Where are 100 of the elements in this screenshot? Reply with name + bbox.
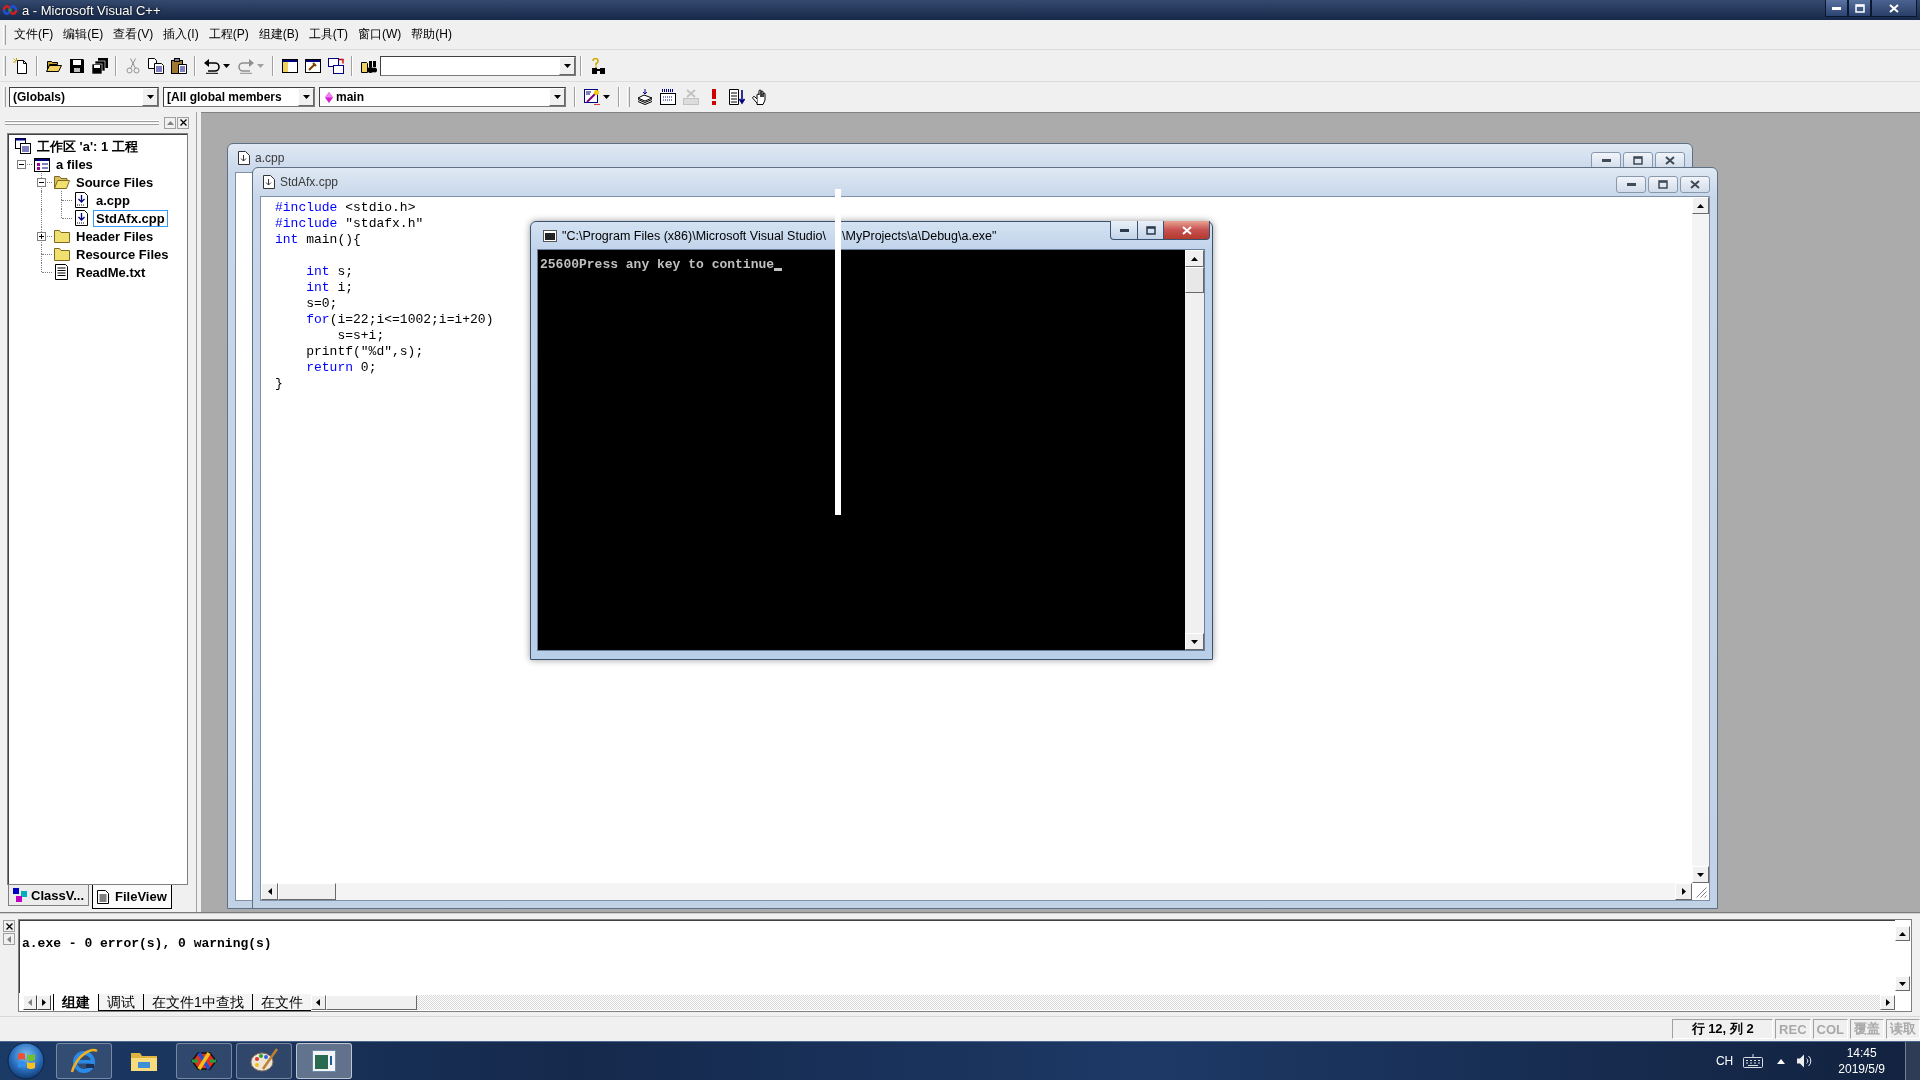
- taskbar-button[interactable]: [236, 1043, 292, 1079]
- menu-item[interactable]: 文件(F): [9, 23, 59, 46]
- horizontal-scrollbar[interactable]: [261, 883, 1692, 900]
- minimize-icon: [1832, 6, 1841, 10]
- undo-arrow-icon: [204, 57, 220, 74]
- status-pane: 读取: [1886, 1019, 1920, 1039]
- scroll-up-button[interactable]: [1185, 250, 1204, 267]
- output-tab[interactable]: 在文件1中查找: [143, 994, 252, 1011]
- keyboard-icon[interactable]: [1743, 1054, 1764, 1068]
- show-desktop-button[interactable]: [1905, 1042, 1920, 1080]
- tree-item[interactable]: Source Files: [73, 173, 157, 191]
- tree-item[interactable]: Header Files: [73, 227, 157, 245]
- vertical-scrollbar[interactable]: [1185, 250, 1204, 650]
- maximize-button[interactable]: [1848, 0, 1871, 17]
- find-field[interactable]: [380, 55, 576, 76]
- scroll-left-button[interactable]: [261, 883, 278, 900]
- scroll-thumb[interactable]: [325, 994, 417, 1010]
- scroll-down-button[interactable]: [1895, 976, 1910, 991]
- menu-gripper[interactable]: [3, 24, 6, 45]
- input-language-indicator[interactable]: CH: [1715, 1054, 1734, 1068]
- combo-box[interactable]: (Globals): [9, 87, 159, 107]
- scroll-up-button[interactable]: [1895, 926, 1910, 941]
- left-triangle-icon: [316, 998, 321, 1006]
- close-button[interactable]: [1871, 0, 1917, 17]
- source-file-icon: [74, 192, 90, 208]
- scroll-right-button[interactable]: [1675, 883, 1692, 900]
- tree-item[interactable]: ReadMe.txt: [73, 263, 149, 281]
- document-icon: [97, 889, 111, 904]
- output-tab[interactable]: 在文件: [251, 994, 311, 1011]
- panel-tab[interactable]: ClassV...: [8, 885, 89, 906]
- wand-page-icon: [584, 89, 600, 105]
- folder-icon: [54, 228, 70, 244]
- clock-time[interactable]: 14:45: [1846, 1045, 1877, 1061]
- toolbar-gripper[interactable]: [3, 87, 6, 107]
- close-button[interactable]: [1680, 176, 1710, 193]
- panel-close-button[interactable]: [3, 920, 15, 932]
- left-triangle-icon: [28, 998, 32, 1006]
- minus-box-icon[interactable]: [37, 178, 46, 187]
- dropdown-button[interactable]: [142, 88, 158, 106]
- colored-squares-icon: [13, 888, 27, 902]
- menu-item[interactable]: 插入(I): [158, 23, 204, 46]
- panel-gripper[interactable]: [5, 119, 159, 126]
- tree-item[interactable]: StdAfx.cpp: [93, 209, 168, 227]
- scroll-down-button[interactable]: [1692, 866, 1709, 883]
- minimize-button[interactable]: [1825, 0, 1848, 17]
- output-tab[interactable]: 调试: [98, 994, 143, 1011]
- clock-date[interactable]: 2019/5/9: [1838, 1061, 1885, 1077]
- toolbar-gripper[interactable]: [3, 55, 6, 76]
- dropdown-button[interactable]: [559, 56, 575, 75]
- menu-item[interactable]: 工具(T): [303, 23, 353, 46]
- up-triangle-icon: [1697, 203, 1704, 208]
- taskbar-button[interactable]: [296, 1043, 352, 1079]
- menu-item[interactable]: 帮助(H): [406, 23, 457, 46]
- minimize-button[interactable]: [1616, 176, 1646, 193]
- panel-tab[interactable]: FileView: [92, 885, 172, 909]
- panel-close-button[interactable]: [177, 116, 189, 129]
- scroll-right-button[interactable]: [1880, 994, 1895, 1010]
- taskbar-button[interactable]: [176, 1043, 232, 1079]
- toolbar-gripper[interactable]: [627, 87, 630, 107]
- maximize-button[interactable]: [1648, 176, 1678, 193]
- minimize-icon: [1119, 228, 1129, 232]
- vertical-scrollbar[interactable]: [1895, 920, 1911, 993]
- tab-scroll-left-button[interactable]: [23, 994, 37, 1010]
- taskbar-button[interactable]: [56, 1043, 112, 1079]
- dotted-page-icon: [659, 89, 676, 105]
- tree-item[interactable]: a.cpp: [93, 191, 133, 209]
- resize-grip-icon[interactable]: [1696, 887, 1707, 898]
- menu-item[interactable]: 编辑(E): [58, 23, 109, 46]
- scroll-up-button[interactable]: [1692, 197, 1709, 214]
- menu-item[interactable]: 组建(B): [253, 23, 304, 46]
- close-icon: [1889, 3, 1899, 13]
- minimize-button[interactable]: [1110, 221, 1137, 240]
- horizontal-scrollbar[interactable]: [310, 994, 1895, 1010]
- scroll-down-button[interactable]: [1185, 633, 1204, 650]
- speaker-icon[interactable]: [1797, 1054, 1813, 1068]
- scroll-thumb[interactable]: [278, 883, 336, 900]
- close-icon: [1665, 156, 1675, 165]
- combo-box[interactable]: main: [319, 87, 566, 107]
- plus-box-icon[interactable]: [37, 232, 46, 241]
- maximize-button[interactable]: [1137, 221, 1164, 240]
- maximize-icon: [1145, 225, 1156, 235]
- tree-item[interactable]: 工作区 'a': 1 工程: [34, 137, 141, 155]
- minus-box-icon[interactable]: [17, 160, 26, 169]
- dropdown-button[interactable]: [549, 88, 565, 106]
- scroll-thumb[interactable]: [1185, 267, 1204, 293]
- browser-icon: [70, 1047, 98, 1075]
- new-file-icon: [12, 57, 29, 74]
- vertical-scrollbar[interactable]: [1692, 197, 1709, 883]
- close-button[interactable]: [1164, 221, 1210, 240]
- tree-item[interactable]: a files: [53, 155, 96, 173]
- combo-box[interactable]: [All global members: [163, 87, 315, 107]
- tree-item[interactable]: Resource Files: [73, 245, 172, 263]
- close-icon: [5, 922, 13, 930]
- tab-scroll-right-button[interactable]: [37, 994, 51, 1010]
- menu-item[interactable]: 窗口(W): [353, 23, 407, 46]
- menu-item[interactable]: 工程(P): [203, 23, 254, 46]
- build-output-text: a.exe - 0 error(s), 0 warning(s): [22, 936, 272, 952]
- dropdown-button[interactable]: [298, 88, 314, 106]
- diamond-icon: [325, 91, 333, 103]
- menu-item[interactable]: 查看(V): [108, 23, 159, 46]
